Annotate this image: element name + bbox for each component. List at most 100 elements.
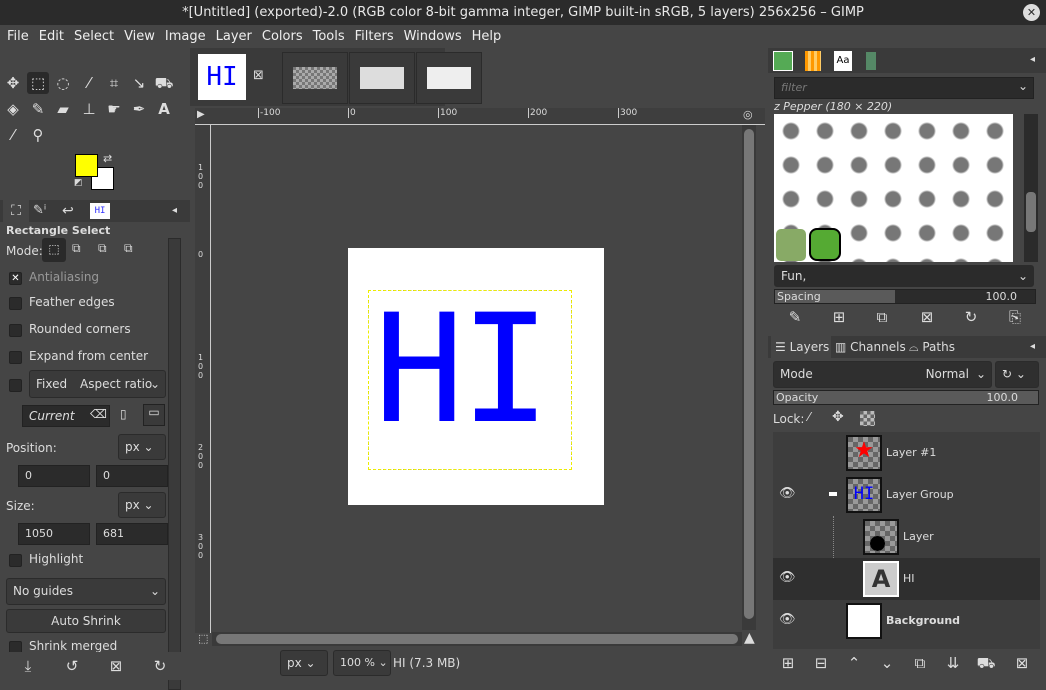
dock-menu-icon[interactable]: ◂ <box>1030 341 1035 352</box>
brush-item-gimp[interactable] <box>776 229 806 261</box>
layer-row[interactable]: 👁 HI Layer Group <box>773 474 1040 516</box>
new-layer-icon[interactable]: ⊞ <box>778 654 798 672</box>
opacity-slider[interactable]: Opacity 100.0 <box>773 390 1039 405</box>
chevron-down-icon[interactable]: ⌄ <box>1018 79 1028 93</box>
gradients-tab-icon[interactable] <box>866 52 876 70</box>
refresh-brushes-icon[interactable]: ↻ <box>961 308 981 326</box>
warp-tool-icon[interactable]: ⛟ <box>153 72 175 94</box>
foreground-color-swatch[interactable] <box>75 154 98 177</box>
save-options-icon[interactable]: ⤓ <box>18 657 38 675</box>
default-colors-icon[interactable]: ◩ <box>74 178 83 188</box>
canvas-area[interactable]: HI <box>212 125 742 630</box>
fonts-tab-icon[interactable]: Aa <box>834 51 852 71</box>
swap-colors-icon[interactable]: ⇄ <box>103 152 112 165</box>
spacing-slider[interactable]: Spacing 100.0 <box>774 289 1036 304</box>
brush-filter-input[interactable]: filter <box>774 77 1034 99</box>
crop-tool-icon[interactable]: ⌗ <box>103 72 125 94</box>
portrait-icon[interactable]: ▯ <box>120 407 127 421</box>
raise-layer-icon[interactable]: ⌃ <box>844 654 864 672</box>
mode-add-icon[interactable]: ⧉ <box>72 241 81 256</box>
quick-mask-icon[interactable]: ⬚ <box>198 632 208 645</box>
patterns-tab-icon[interactable] <box>805 51 821 71</box>
mode-subtract-icon[interactable]: ⧉ <box>98 241 107 256</box>
device-status-tab-icon[interactable]: ✎ⁱ <box>33 203 46 218</box>
layer-mode-select[interactable]: Mode Normal ⌄ <box>773 361 992 388</box>
lasso-tool-icon[interactable]: ◌ <box>52 72 74 94</box>
visibility-eye-icon[interactable]: 👁 <box>779 570 796 585</box>
brush-item-pepper-selected[interactable] <box>809 228 841 261</box>
zoom-lock-icon[interactable]: ◎ <box>743 108 753 121</box>
landscape-icon[interactable]: ▭ <box>143 404 165 426</box>
lock-position-icon[interactable]: ✥ <box>832 409 844 425</box>
menu-file[interactable]: File <box>2 25 34 48</box>
clone-tool-icon[interactable]: ⊥ <box>78 98 100 120</box>
smudge-tool-icon[interactable]: ☛ <box>103 98 125 120</box>
collapse-group-icon[interactable] <box>829 492 837 496</box>
mode-replace-icon[interactable]: ⬚ <box>42 238 66 262</box>
image-tab-active[interactable]: HI <box>198 54 246 100</box>
zoom-select[interactable]: 100 % ⌄ <box>333 650 391 676</box>
tab-channels[interactable]: ▥ Channels <box>835 336 906 358</box>
menu-layer[interactable]: Layer <box>211 25 257 48</box>
color-picker-tool-icon[interactable]: ⁄ <box>2 124 24 146</box>
fixed-checkbox[interactable] <box>9 379 22 392</box>
antialiasing-checkbox[interactable]: ✕ <box>9 272 22 285</box>
composite-mode-select[interactable]: ↻ ⌄ <box>995 361 1039 388</box>
position-x-input[interactable]: 0 <box>18 465 90 487</box>
close-button[interactable]: ✕ <box>1023 4 1040 21</box>
guides-dropdown[interactable]: No guides ⌄ <box>6 578 166 605</box>
menu-help[interactable]: Help <box>467 25 507 48</box>
clear-icon[interactable]: ⌫ <box>90 407 107 421</box>
expand-from-center-checkbox[interactable] <box>9 351 22 364</box>
layer-row-selected[interactable]: 👁 A HI <box>773 558 1040 600</box>
rect-select-tool-icon[interactable]: ⬚ <box>27 72 49 94</box>
highlight-checkbox[interactable] <box>9 554 22 567</box>
menu-image[interactable]: Image <box>160 25 211 48</box>
menu-tools[interactable]: Tools <box>308 25 350 48</box>
brush-scrollbar[interactable] <box>1024 114 1038 262</box>
visibility-eye-icon[interactable]: 👁 <box>779 612 796 627</box>
layer-row[interactable]: Layer <box>773 516 1040 600</box>
brush-tag-input[interactable]: Fun, ⌄ <box>774 265 1034 287</box>
size-unit-select[interactable]: px ⌄ <box>118 492 166 518</box>
position-unit-select[interactable]: px ⌄ <box>118 434 166 460</box>
image-canvas[interactable]: HI <box>348 248 604 505</box>
menu-colors[interactable]: Colors <box>257 25 308 48</box>
layer-row[interactable]: ★ Layer #1 <box>773 432 1040 474</box>
lock-pixels-icon[interactable]: ⁄ <box>808 410 810 424</box>
brush-grid[interactable] <box>774 114 1013 262</box>
vertical-ruler[interactable]: 1 0 0 0 1 0 0 2 0 0 3 0 0 <box>195 125 211 633</box>
layer-row[interactable]: 👁 Background <box>773 600 1040 642</box>
vertical-scrollbar[interactable] <box>742 125 756 630</box>
duplicate-layer-icon[interactable]: ⧉ <box>910 654 930 672</box>
edit-brush-icon[interactable]: ✎ <box>785 308 805 326</box>
tab-paths[interactable]: ⌓ Paths <box>909 336 955 358</box>
reset-options-icon[interactable]: ↻ <box>150 657 170 675</box>
image-tab[interactable] <box>282 52 348 104</box>
undo-history-tab-icon[interactable]: ↩ <box>62 203 74 219</box>
navigate-icon[interactable]: ▲ <box>744 630 755 646</box>
text-tool-icon[interactable]: A <box>153 98 175 120</box>
image-tab[interactable] <box>416 52 482 104</box>
unit-select[interactable]: px ⌄ <box>280 650 328 676</box>
mode-intersect-icon[interactable]: ⧉ <box>124 241 133 256</box>
position-y-input[interactable]: 0 <box>96 465 168 487</box>
zoom-tool-icon[interactable]: ⚲ <box>27 124 49 146</box>
tool-options-tab-icon[interactable]: ⛶ <box>3 200 29 222</box>
tab-layers[interactable]: ☰ Layers <box>771 336 831 358</box>
delete-brush-icon[interactable]: ⊠ <box>917 308 937 326</box>
visibility-eye-icon[interactable]: 👁 <box>779 486 796 501</box>
feather-edges-checkbox[interactable] <box>9 297 22 310</box>
images-tab[interactable]: HI <box>90 203 110 219</box>
width-input[interactable]: 1050 <box>18 523 90 545</box>
horizontal-ruler[interactable]: ▶ -100 0 100 200 300 ◎ <box>195 108 765 125</box>
move-tool-icon[interactable]: ✥ <box>2 72 24 94</box>
paths-tool-icon[interactable]: ✒ <box>128 98 150 120</box>
auto-shrink-button[interactable]: Auto Shrink <box>6 609 166 633</box>
dock-menu-icon[interactable]: ◂ <box>1030 54 1035 65</box>
merge-layer-icon[interactable]: ⇊ <box>943 654 963 672</box>
menu-filters[interactable]: Filters <box>350 25 399 48</box>
transform-tool-icon[interactable]: ↘ <box>128 72 150 94</box>
eraser-tool-icon[interactable]: ▰ <box>52 98 74 120</box>
delete-layer-icon[interactable]: ⊠ <box>1012 654 1032 672</box>
